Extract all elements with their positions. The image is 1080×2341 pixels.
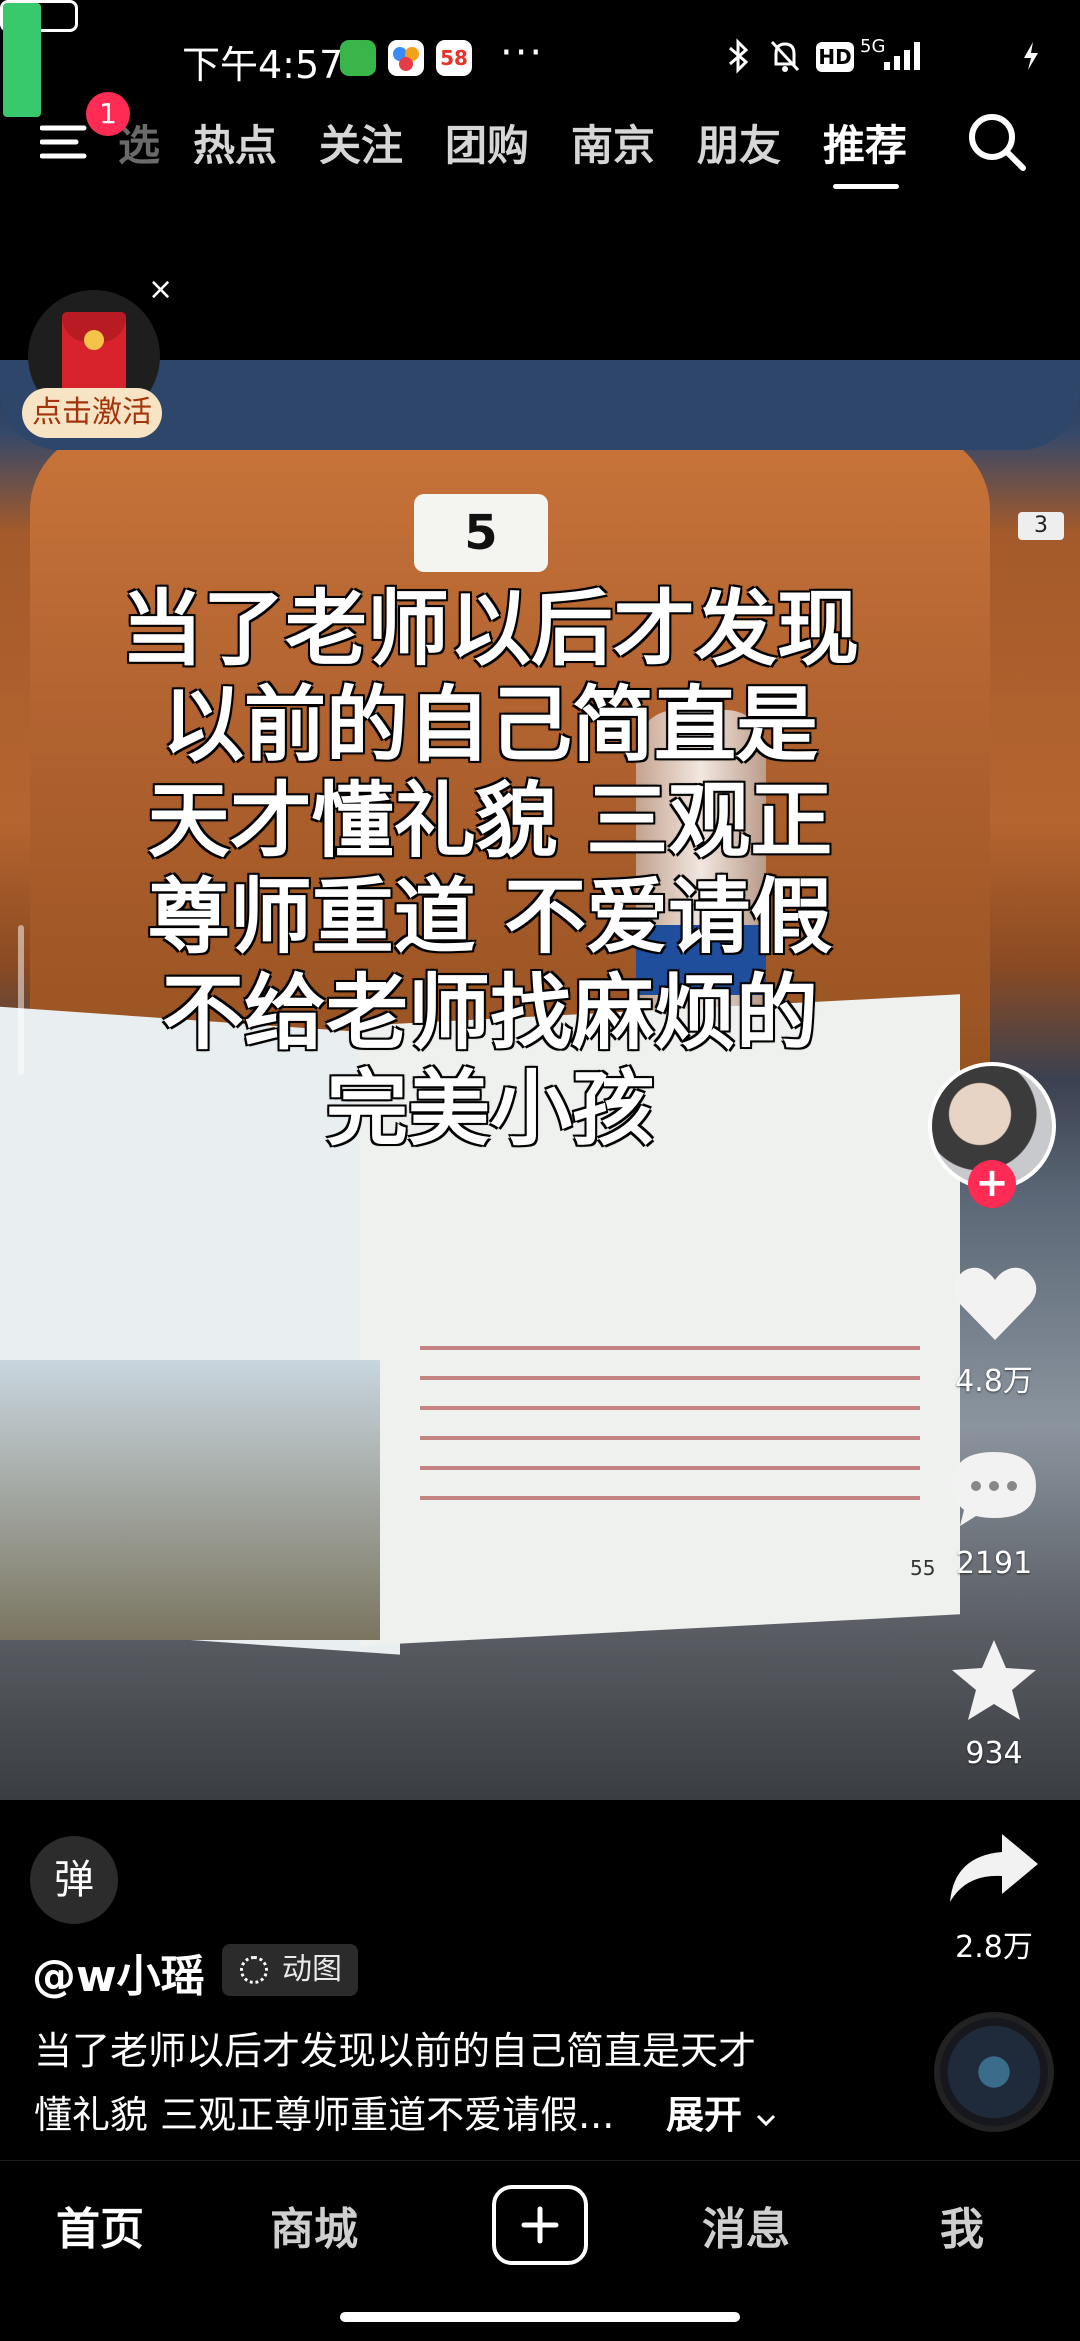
top-nav: 选 热点 关注 团购 南京 朋友 推荐 [0,100,1080,200]
signal-icon [884,42,920,70]
menu-icon[interactable] [40,122,92,162]
nav-mall[interactable]: 商城 [270,2193,358,2257]
wechat-notification-icon [340,40,376,76]
favorite-count: 934 [965,1736,1023,1771]
video-overlay-text: 当了老师以后才发现 以前的自己简直是 天才懂礼貌 三观正 尊师重道 不爱请假 不… [20,582,960,1158]
tab-hot[interactable]: 热点 [193,112,277,173]
create-post-button[interactable] [492,2185,588,2265]
overlay-line: 尊师重道 不爱请假 [147,870,833,965]
status-time: 下午4:57 [182,43,344,87]
overlay-line: 天才懂礼貌 三观正 [147,774,833,869]
bluetooth-icon [729,38,749,74]
overlay-line: 以前的自己简直是 [161,678,818,773]
nav-messages[interactable]: 消息 [702,2193,790,2257]
tab-group-buy[interactable]: 团购 [445,112,529,173]
comment-icon[interactable] [948,1448,1040,1530]
like-icon[interactable] [950,1262,1040,1344]
hd-icon: HD [816,42,854,72]
more-notifications-icon: ··· [500,30,545,76]
overlay-line: 当了老师以后才发现 [120,582,859,677]
animated-image-badge: 动图 [222,1944,358,1996]
badge-label: 动图 [282,1952,342,1987]
expand-label: 展开 [666,2093,743,2137]
share-icon[interactable] [946,1830,1042,1906]
nav-home[interactable]: 首页 [56,2193,144,2257]
battery-level: 57 [523,0,557,24]
tab-nanjing[interactable]: 南京 [571,112,655,173]
music-disc[interactable] [934,2012,1054,2132]
overlay-line: 完美小孩 [325,1062,654,1157]
nav-me[interactable]: 我 [940,2193,984,2257]
battery-icon: 57 [0,0,557,117]
video-player[interactable]: 5 3 55 当了老师以后才发现 以前的自己简直是 天才懂礼貌 三观正 尊师重道… [0,360,1080,1800]
app-58-icon: 58 [436,40,472,76]
plus-icon [521,2206,559,2244]
chevron-down-icon [757,2114,776,2127]
book-page-number: 55 [910,1556,936,1580]
author-username[interactable]: @w小瑶 [32,1940,205,2004]
baidu-netdisk-icon [388,40,424,76]
tab-recommended[interactable]: 推荐 [823,112,907,173]
side-seat-number: 3 [1018,512,1064,540]
tab-friends[interactable]: 朋友 [697,112,781,173]
expand-caption-button[interactable]: 展开 [666,2084,777,2139]
caption-line-2[interactable]: 懂礼貌 三观正尊师重道不爱请假... [34,2084,614,2139]
mute-bell-icon [770,40,800,72]
favorite-star-icon[interactable] [948,1636,1040,1724]
live-photo-icon [240,1956,268,1984]
charging-icon [1024,42,1038,70]
danmu-toggle-button[interactable]: 弹 [30,1836,118,1924]
seat-number-tag: 5 [414,494,548,572]
seat-top-image [0,360,1080,450]
activate-button[interactable]: 点击激活 [22,388,162,438]
search-icon[interactable] [965,110,1029,174]
menu-notification-badge: 1 [86,92,130,136]
tab-following[interactable]: 关注 [319,112,403,173]
like-count: 4.8万 [955,1364,1033,1399]
caption-line-1[interactable]: 当了老师以后才发现以前的自己简直是天才 [34,2020,756,2075]
active-tab-indicator [833,184,899,189]
close-icon[interactable]: × [148,272,173,307]
home-indicator [340,2312,740,2322]
overlay-line: 不给老师找麻烦的 [161,966,818,1061]
comment-count: 2191 [955,1546,1033,1581]
follow-button[interactable]: + [968,1160,1016,1208]
share-count: 2.8万 [955,1930,1033,1965]
